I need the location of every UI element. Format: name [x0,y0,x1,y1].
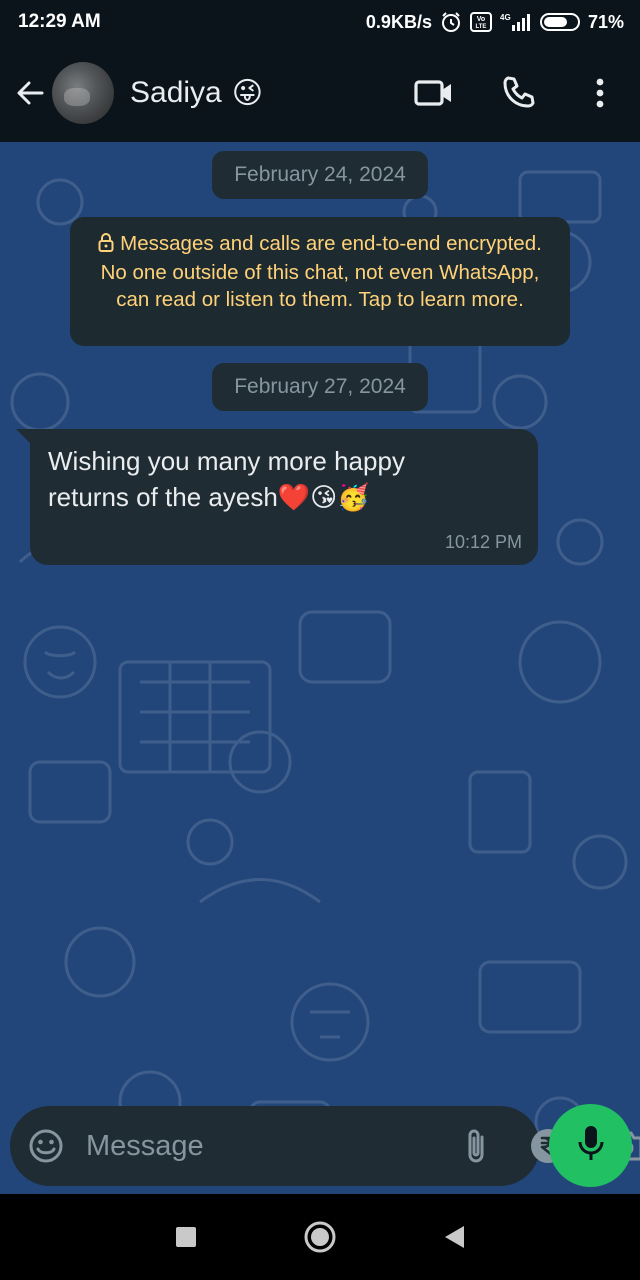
attach-icon[interactable] [463,1126,489,1166]
mic-button[interactable] [549,1104,632,1187]
status-indicators: 0.9KB/s Vo LTE 4G 71% [366,11,624,33]
message-text: Wishing you many more happy returns of t… [48,446,405,512]
svg-text:Vo: Vo [477,16,485,23]
contact-name[interactable]: Sadiya 😜 [130,76,263,111]
voice-call-icon[interactable] [476,63,560,123]
header-actions [392,44,640,142]
battery-icon [539,13,580,31]
emoji-icon[interactable] [28,1126,64,1166]
signal-icon: 4G [500,12,532,32]
battery-percent: 71% [587,11,624,32]
alarm-icon [440,11,462,33]
encryption-notice[interactable]: Messages and calls are end-to-end encryp… [70,217,570,346]
home-circle-icon[interactable] [253,1194,387,1280]
status-time: 12:29 AM [18,11,101,32]
volte-icon: Vo LTE [469,12,492,32]
more-options-icon[interactable] [560,63,640,123]
encryption-notice-text: Messages and calls are end-to-end encryp… [100,232,542,311]
back-triangle-icon[interactable] [387,1194,521,1280]
chat-header: Sadiya 😜 [0,44,640,142]
contact-name-emoji: 😜 [231,76,264,110]
date-separator: February 24, 2024 [212,151,428,199]
recents-square-icon[interactable] [119,1194,253,1280]
network-speed: 0.9KB/s [365,11,432,32]
contact-avatar[interactable] [52,62,114,124]
svg-text:4G: 4G [500,13,511,22]
mic-icon [577,1124,605,1167]
incoming-message[interactable]: Wishing you many more happy returns of t… [30,429,538,565]
contact-name-text: Sadiya [130,76,222,109]
message-input-bar [10,1106,640,1186]
lock-icon [98,232,114,259]
message-time: 10:12 PM [444,532,522,552]
video-call-icon[interactable] [392,63,476,123]
chat-area[interactable]: February 24, 2024 Messages and calls are… [0,142,640,1194]
message-input[interactable] [86,1129,463,1163]
status-bar: 12:29 AM 0.9KB/s Vo LTE 4G 71% [0,0,640,44]
date-separator: February 27, 2024 [212,363,428,411]
system-nav-bar [0,1194,640,1280]
back-arrow-icon[interactable] [12,75,48,111]
svg-text:LTE: LTE [476,24,487,30]
